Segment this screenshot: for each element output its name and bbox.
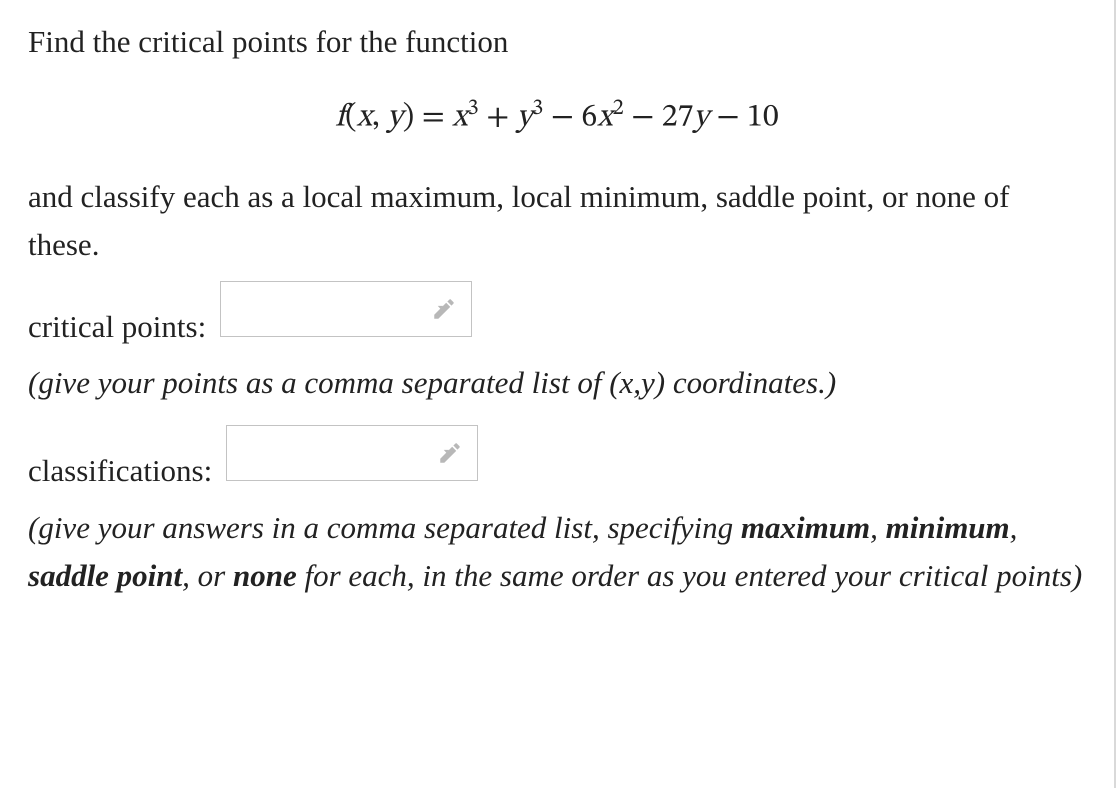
instruction-text: and classify each as a local maximum, lo… bbox=[28, 173, 1086, 269]
eq-paren-open: ( bbox=[345, 102, 356, 134]
intro-text: Find the critical points for the functio… bbox=[28, 18, 1086, 66]
function-equation: f(x, y) = x3 + y3 − 6x2 − 27y − 10 bbox=[28, 92, 1086, 143]
hint-sep: , bbox=[1010, 510, 1018, 545]
eq-minus27: − 27 bbox=[624, 102, 694, 134]
eq-minus10: − 10 bbox=[709, 102, 779, 134]
hint-text: (give your answers in a comma separated … bbox=[28, 510, 741, 545]
eq-x3-var: x bbox=[452, 102, 467, 134]
classifications-hint: (give your answers in a comma separated … bbox=[28, 504, 1086, 600]
eq-x2-exp: 2 bbox=[613, 98, 624, 120]
hint-minimum: minimum bbox=[886, 510, 1010, 545]
pencil-icon bbox=[431, 296, 457, 322]
hint-text: for each, in the same order as you enter… bbox=[297, 558, 1082, 593]
hint-none: none bbox=[233, 558, 297, 593]
eq-y-var: y bbox=[693, 102, 708, 134]
problem-container: Find the critical points for the functio… bbox=[0, 0, 1116, 788]
classifications-label: classifications: bbox=[28, 453, 212, 488]
critical-points-label: critical points: bbox=[28, 309, 206, 344]
eq-x3-exp: 3 bbox=[468, 98, 479, 120]
eq-y3-var: y bbox=[517, 102, 532, 134]
eq-x: x bbox=[357, 102, 372, 134]
hint-maximum: maximum bbox=[741, 510, 870, 545]
pencil-icon bbox=[437, 440, 463, 466]
hint-saddle: saddle point bbox=[28, 558, 182, 593]
eq-paren-close: ) bbox=[403, 102, 414, 134]
classifications-input[interactable] bbox=[226, 425, 478, 481]
eq-minus6: − 6 bbox=[543, 102, 597, 134]
eq-x2-var: x bbox=[597, 102, 612, 134]
critical-points-input[interactable] bbox=[220, 281, 472, 337]
hint-sep: , or bbox=[182, 558, 233, 593]
hint-sep: , bbox=[870, 510, 886, 545]
eq-y3-exp: 3 bbox=[532, 98, 543, 120]
eq-comma: , bbox=[372, 102, 387, 134]
critical-points-row: critical points: bbox=[28, 281, 1086, 351]
eq-equals: = bbox=[414, 102, 452, 134]
eq-f: f bbox=[335, 102, 345, 134]
eq-plus1: + bbox=[479, 102, 517, 134]
classifications-row: classifications: bbox=[28, 425, 1086, 495]
critical-points-hint: (give your points as a comma separated l… bbox=[28, 359, 1086, 407]
eq-y: y bbox=[387, 102, 402, 134]
